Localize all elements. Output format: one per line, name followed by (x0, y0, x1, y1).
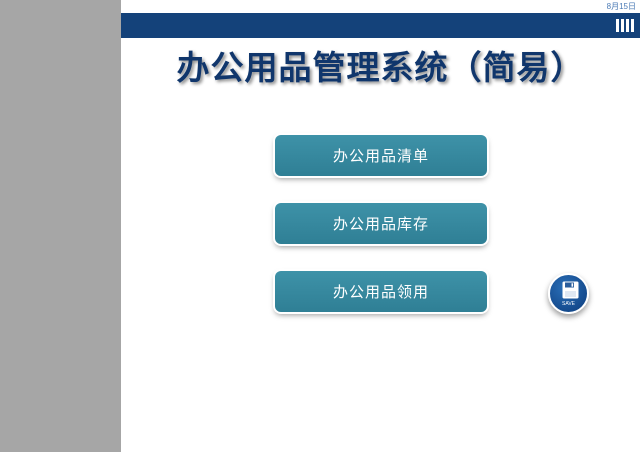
floppy-disk-icon (562, 281, 579, 299)
save-label: SAVE (562, 301, 575, 307)
page-title: 办公用品管理系统（简易） (176, 48, 585, 87)
office-supplies-requisition-button[interactable]: 办公用品领用 (275, 271, 487, 312)
left-sidebar-panel (0, 0, 121, 452)
office-supplies-inventory-button[interactable]: 办公用品库存 (275, 203, 487, 244)
date-label: 8月15日 (606, 2, 636, 11)
office-supplies-list-button[interactable]: 办公用品清单 (275, 135, 487, 176)
save-button[interactable]: SAVE (548, 273, 589, 314)
menu-bars-icon (616, 19, 634, 32)
header-bar (121, 13, 640, 38)
